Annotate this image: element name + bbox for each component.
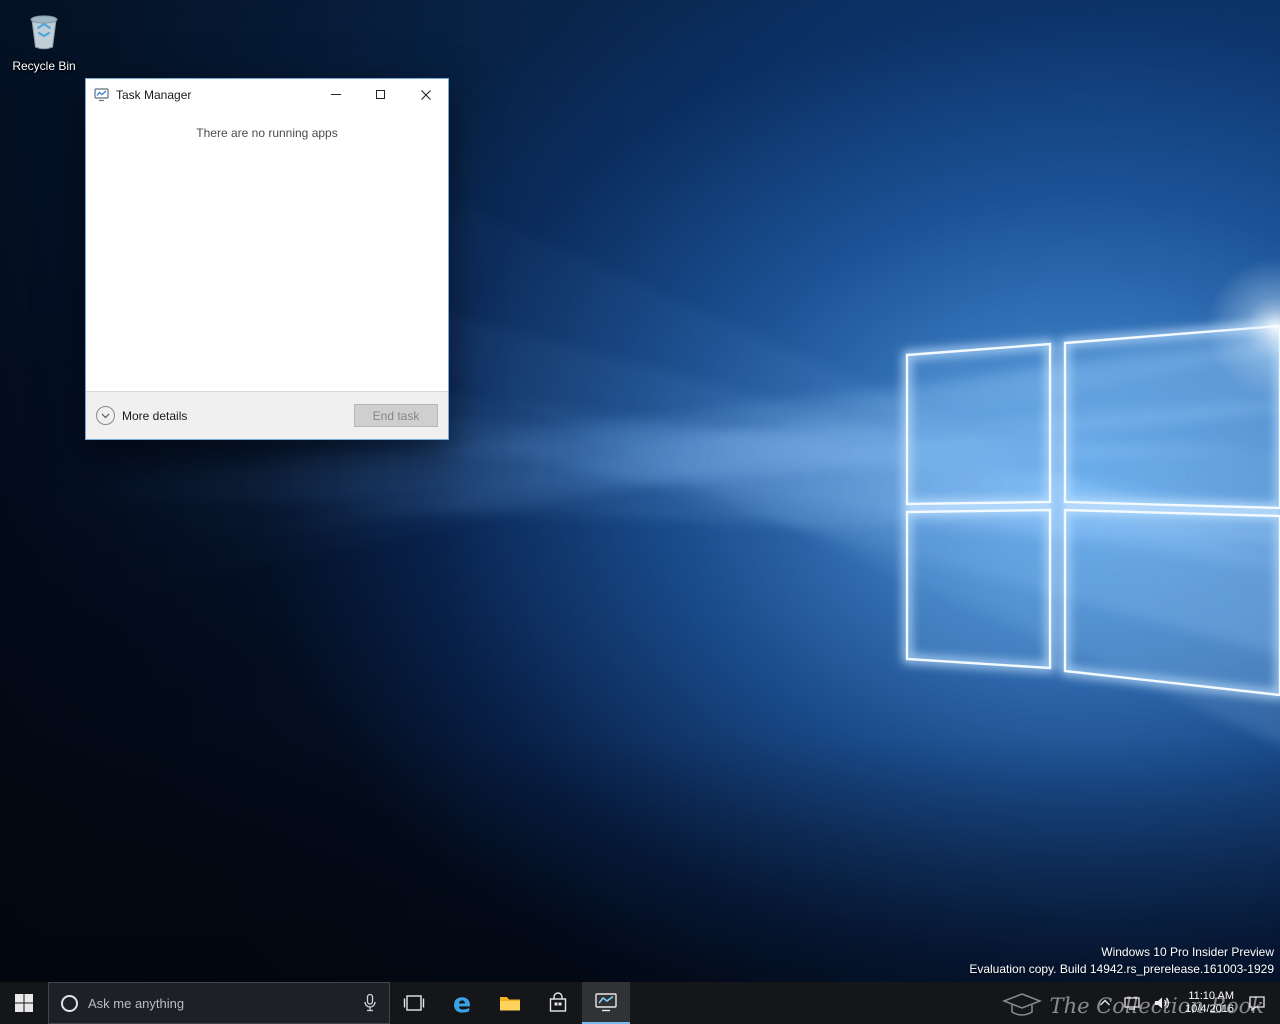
minimize-button[interactable] [313, 79, 358, 110]
no-running-apps-message: There are no running apps [86, 126, 448, 140]
close-button[interactable] [403, 79, 448, 110]
maximize-icon [376, 90, 385, 99]
caption-buttons [313, 79, 448, 110]
store-icon [547, 992, 569, 1014]
task-view-button[interactable] [390, 982, 438, 1024]
taskbar: e [0, 982, 1280, 1024]
task-manager-icon [594, 991, 618, 1013]
task-manager-app-list: There are no running apps [86, 110, 448, 391]
minimize-icon [331, 94, 341, 95]
task-view-icon [402, 993, 426, 1013]
edge-button[interactable]: e [438, 982, 486, 1024]
network-icon [1123, 995, 1141, 1011]
clock-time: 11:10 AM [1185, 990, 1234, 1003]
windows-logo-icon [14, 993, 34, 1013]
clock-date: 10/4/2016 [1185, 1003, 1234, 1016]
task-manager-taskbar-button[interactable] [582, 982, 630, 1024]
action-center-button[interactable] [1242, 982, 1272, 1024]
maximize-button[interactable] [358, 79, 403, 110]
recycle-bin-label: Recycle Bin [6, 59, 82, 73]
speaker-icon [1153, 995, 1171, 1011]
more-details-label: More details [122, 409, 187, 423]
edge-icon: e [453, 990, 471, 1017]
task-manager-titlebar[interactable]: Task Manager [86, 79, 448, 110]
search-input[interactable] [88, 996, 353, 1011]
recycle-bin-icon [22, 6, 66, 52]
end-task-button[interactable]: End task [354, 404, 438, 427]
system-tray: 11:10 AM 10/4/2016 [1093, 982, 1280, 1024]
chevron-up-icon [1099, 999, 1111, 1007]
build-watermark-line2: Evaluation copy. Build 14942.rs_prerelea… [969, 961, 1274, 978]
file-explorer-icon [498, 993, 522, 1013]
chevron-down-circle-icon [96, 406, 115, 425]
close-icon [421, 90, 431, 100]
tray-overflow-button[interactable] [1093, 982, 1117, 1024]
action-center-icon [1248, 995, 1266, 1011]
volume-button[interactable] [1147, 982, 1177, 1024]
window-title: Task Manager [116, 88, 191, 102]
file-explorer-button[interactable] [486, 982, 534, 1024]
cortana-search-box[interactable] [48, 982, 390, 1024]
task-manager-window: Task Manager There are no running apps [85, 78, 449, 440]
network-status-button[interactable] [1117, 982, 1147, 1024]
task-manager-title-area: Task Manager [86, 87, 313, 102]
task-manager-footer: More details End task [86, 391, 448, 439]
store-button[interactable] [534, 982, 582, 1024]
microphone-icon[interactable] [363, 993, 377, 1013]
build-watermark-line1: Windows 10 Pro Insider Preview [969, 944, 1274, 961]
recycle-bin-shortcut[interactable]: Recycle Bin [6, 6, 82, 73]
start-button[interactable] [0, 982, 48, 1024]
build-watermark: Windows 10 Pro Insider Preview Evaluatio… [969, 944, 1274, 978]
more-details-toggle[interactable]: More details [96, 406, 187, 425]
taskbar-clock[interactable]: 11:10 AM 10/4/2016 [1177, 990, 1242, 1016]
task-manager-app-icon [94, 87, 109, 102]
cortana-icon [61, 995, 78, 1012]
